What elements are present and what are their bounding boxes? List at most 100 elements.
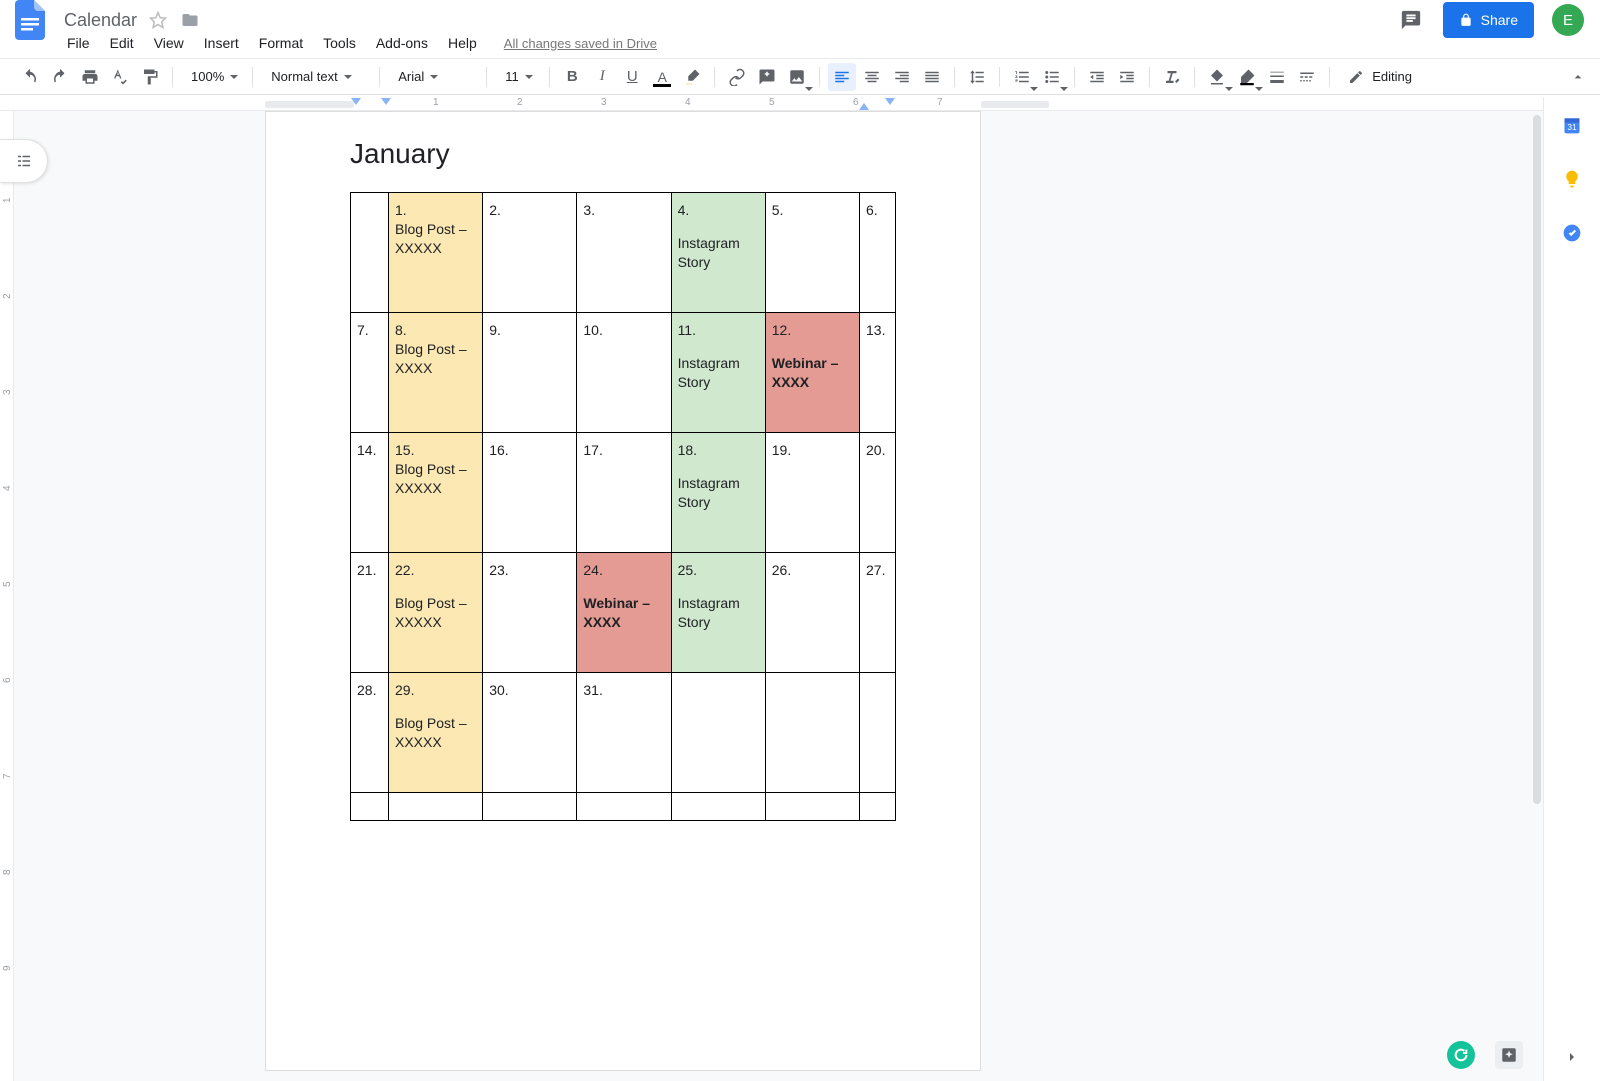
align-left-button[interactable] xyxy=(828,63,856,91)
font-size-dropdown[interactable]: 11 xyxy=(495,63,541,91)
table-row[interactable]: 1.Blog Post – XXXXX2.3.4.Instagram Story… xyxy=(351,193,896,313)
highlight-color-button[interactable] xyxy=(678,63,706,91)
table-row[interactable] xyxy=(351,793,896,821)
calendar-cell[interactable] xyxy=(577,793,671,821)
calendar-cell[interactable]: 14. xyxy=(351,433,389,553)
calendar-cell[interactable]: 6. xyxy=(860,193,896,313)
calendar-cell[interactable]: 28. xyxy=(351,673,389,793)
document-title[interactable]: Calendar xyxy=(58,8,143,33)
bold-button[interactable]: B xyxy=(558,63,586,91)
italic-button[interactable]: I xyxy=(588,63,616,91)
calendar-cell[interactable]: 31. xyxy=(577,673,671,793)
move-folder-icon[interactable] xyxy=(181,11,199,29)
calendar-cell[interactable]: 22.Blog Post – XXXXX xyxy=(389,553,483,673)
calendar-cell[interactable]: 5. xyxy=(765,193,859,313)
horizontal-ruler[interactable]: 1 2 3 4 5 6 7 xyxy=(0,97,1543,111)
cell-fill-color-button[interactable] xyxy=(1203,63,1231,91)
text-color-button[interactable]: A xyxy=(648,63,676,91)
calendar-cell[interactable] xyxy=(671,673,765,793)
left-indent-marker[interactable] xyxy=(381,98,391,105)
calendar-cell[interactable] xyxy=(765,673,859,793)
calendar-cell[interactable]: 7. xyxy=(351,313,389,433)
insert-link-button[interactable] xyxy=(723,63,751,91)
page[interactable]: January 1.Blog Post – XXXXX2.3.4.Instagr… xyxy=(265,111,981,1071)
spellcheck-button[interactable] xyxy=(106,63,134,91)
explore-button[interactable] xyxy=(1495,1041,1523,1069)
calendar-addon-icon[interactable]: 31 xyxy=(1562,115,1582,135)
calendar-cell[interactable] xyxy=(483,793,577,821)
vertical-ruler[interactable]: 1 2 3 4 5 6 7 8 9 xyxy=(0,111,14,1081)
calendar-cell[interactable]: 26. xyxy=(765,553,859,673)
calendar-cell[interactable] xyxy=(389,793,483,821)
month-heading[interactable]: January xyxy=(350,138,896,170)
undo-button[interactable] xyxy=(16,63,44,91)
calendar-cell[interactable]: 27. xyxy=(860,553,896,673)
border-width-button[interactable] xyxy=(1263,63,1291,91)
menu-tools[interactable]: Tools xyxy=(314,33,365,53)
column-marker[interactable] xyxy=(859,103,869,110)
calendar-cell[interactable]: 25.Instagram Story xyxy=(671,553,765,673)
print-button[interactable] xyxy=(76,63,104,91)
calendar-cell[interactable]: 12.Webinar – XXXX xyxy=(765,313,859,433)
menu-edit[interactable]: Edit xyxy=(101,33,143,53)
zoom-dropdown[interactable]: 100% xyxy=(181,63,244,91)
hide-side-panel-button[interactable] xyxy=(1562,1047,1582,1067)
first-line-indent-marker[interactable] xyxy=(351,98,361,105)
keep-addon-icon[interactable] xyxy=(1562,169,1582,189)
bulleted-list-button[interactable] xyxy=(1038,63,1066,91)
calendar-cell[interactable]: 29.Blog Post – XXXXX xyxy=(389,673,483,793)
calendar-cell[interactable]: 3. xyxy=(577,193,671,313)
calendar-cell[interactable] xyxy=(860,793,896,821)
calendar-cell[interactable] xyxy=(671,793,765,821)
paragraph-style-dropdown[interactable]: Normal text xyxy=(261,63,371,91)
clear-formatting-button[interactable] xyxy=(1158,63,1186,91)
calendar-cell[interactable]: 21. xyxy=(351,553,389,673)
document-area[interactable]: 1 2 3 4 5 6 7 1 2 3 4 5 6 7 xyxy=(0,97,1544,1081)
grammarly-icon[interactable] xyxy=(1447,1041,1475,1069)
collapse-toolbar-button[interactable] xyxy=(1564,63,1592,91)
redo-button[interactable] xyxy=(46,63,74,91)
calendar-cell[interactable] xyxy=(860,673,896,793)
tasks-addon-icon[interactable] xyxy=(1562,223,1582,243)
calendar-cell[interactable]: 13. xyxy=(860,313,896,433)
menu-file[interactable]: File xyxy=(58,33,99,53)
border-dash-button[interactable] xyxy=(1293,63,1321,91)
calendar-cell[interactable]: 1.Blog Post – XXXXX xyxy=(389,193,483,313)
decrease-indent-button[interactable] xyxy=(1083,63,1111,91)
align-center-button[interactable] xyxy=(858,63,886,91)
docs-logo-icon[interactable] xyxy=(12,2,48,38)
calendar-cell[interactable]: 8.Blog Post – XXXX xyxy=(389,313,483,433)
increase-indent-button[interactable] xyxy=(1113,63,1141,91)
calendar-cell[interactable]: 16. xyxy=(483,433,577,553)
right-indent-marker[interactable] xyxy=(885,98,895,105)
calendar-cell[interactable] xyxy=(351,193,389,313)
calendar-cell[interactable]: 2. xyxy=(483,193,577,313)
insert-comment-button[interactable] xyxy=(753,63,781,91)
calendar-cell[interactable]: 4.Instagram Story xyxy=(671,193,765,313)
share-button[interactable]: Share xyxy=(1443,2,1534,38)
table-row[interactable]: 28.29.Blog Post – XXXXX30.31. xyxy=(351,673,896,793)
insert-image-button[interactable] xyxy=(783,63,811,91)
paint-format-button[interactable] xyxy=(136,63,164,91)
align-right-button[interactable] xyxy=(888,63,916,91)
numbered-list-button[interactable] xyxy=(1008,63,1036,91)
calendar-cell[interactable]: 9. xyxy=(483,313,577,433)
calendar-cell[interactable]: 23. xyxy=(483,553,577,673)
menu-help[interactable]: Help xyxy=(439,33,486,53)
menu-addons[interactable]: Add-ons xyxy=(367,33,437,53)
calendar-cell[interactable] xyxy=(765,793,859,821)
line-spacing-button[interactable] xyxy=(963,63,991,91)
account-avatar[interactable]: E xyxy=(1552,4,1584,36)
table-row[interactable]: 14.15.Blog Post – XXXXX16.17.18.Instagra… xyxy=(351,433,896,553)
calendar-cell[interactable]: 17. xyxy=(577,433,671,553)
calendar-cell[interactable]: 15.Blog Post – XXXXX xyxy=(389,433,483,553)
underline-button[interactable]: U xyxy=(618,63,646,91)
calendar-cell[interactable]: 11.Instagram Story xyxy=(671,313,765,433)
calendar-cell[interactable]: 20. xyxy=(860,433,896,553)
star-icon[interactable] xyxy=(149,11,167,29)
calendar-cell[interactable]: 24.Webinar – XXXX xyxy=(577,553,671,673)
calendar-cell[interactable]: 18.Instagram Story xyxy=(671,433,765,553)
menu-insert[interactable]: Insert xyxy=(195,33,248,53)
editing-mode-dropdown[interactable]: Editing xyxy=(1338,63,1478,91)
vertical-scrollbar[interactable] xyxy=(1533,115,1541,804)
